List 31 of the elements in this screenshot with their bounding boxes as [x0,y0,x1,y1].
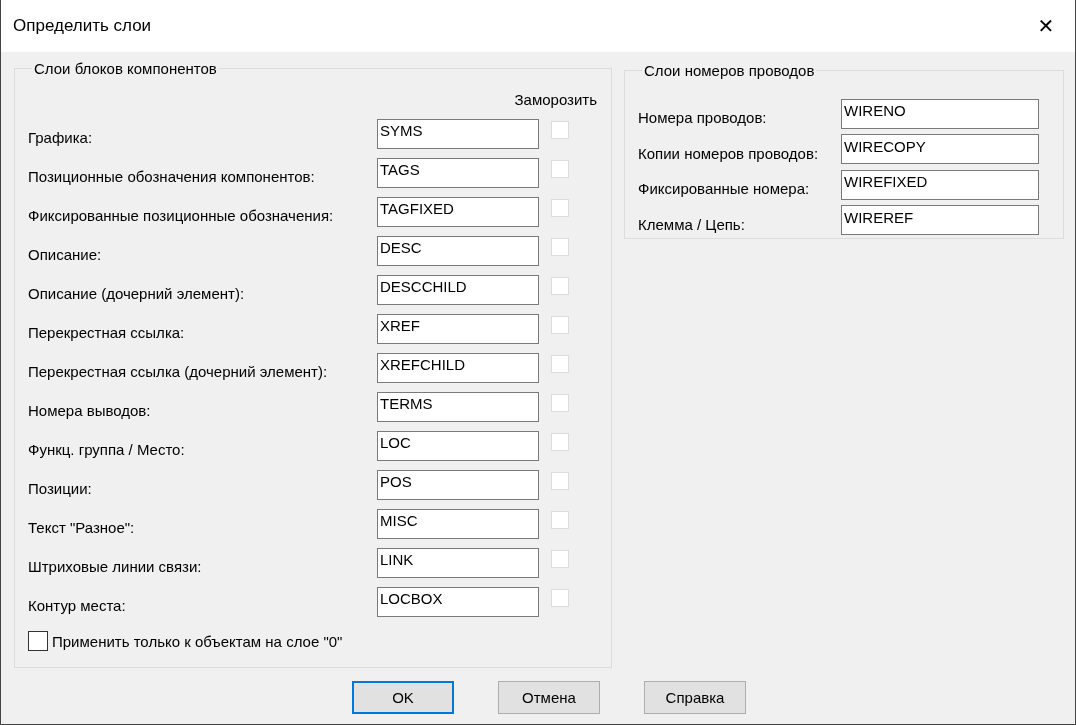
field-label: Перекрестная ссылка: [28,323,186,341]
field-label: Клемма / Цепь: [638,214,746,233]
field-label: Номера проводов: [638,108,768,127]
field-label: Описание (дочерний элемент): [28,284,246,302]
dialog-button[interactable]: Отмена [498,681,600,714]
input-field[interactable]: WIRENO [841,98,1039,129]
field-label: Контур места: [28,596,127,614]
field-label: Графика: [28,128,94,146]
field-label: Фиксированные номера: [638,179,811,198]
window-title: Определить слои [13,16,152,36]
field-label: Позиционные обозначения компонентов: [28,167,316,185]
dialog-button[interactable]: OK [352,681,454,714]
field-label: Номера выводов: [28,401,152,419]
column-header: Заморозить [514,91,597,108]
close-button[interactable]: ✕ [1023,6,1069,46]
field-label: Описание: [28,245,103,263]
input-field[interactable]: WIRECOPY [841,134,1039,165]
checkbox-label: Применить только к объектам на слое "0" [52,632,343,650]
group-title: Слои номеров проводов [643,62,816,79]
field-label: Позиции: [28,479,93,497]
field-label: Штриховые линии связи: [28,557,203,575]
field-label: Фиксированные позиционные обозначения: [28,206,335,224]
checkbox[interactable] [28,631,48,651]
field-label: Перекрестная ссылка (дочерний элемент): [28,362,329,380]
field-label: Функц. группа / Место: [28,440,186,458]
dialog-button[interactable]: Справка [644,681,746,714]
input-field[interactable]: WIREFIXED [841,169,1039,200]
group-title: Слои блоков компонентов [33,60,218,77]
input-field[interactable]: WIREREF [841,205,1039,236]
field-label: Копии номеров проводов: [638,143,820,162]
field-label: Текст "Разное": [28,518,136,536]
